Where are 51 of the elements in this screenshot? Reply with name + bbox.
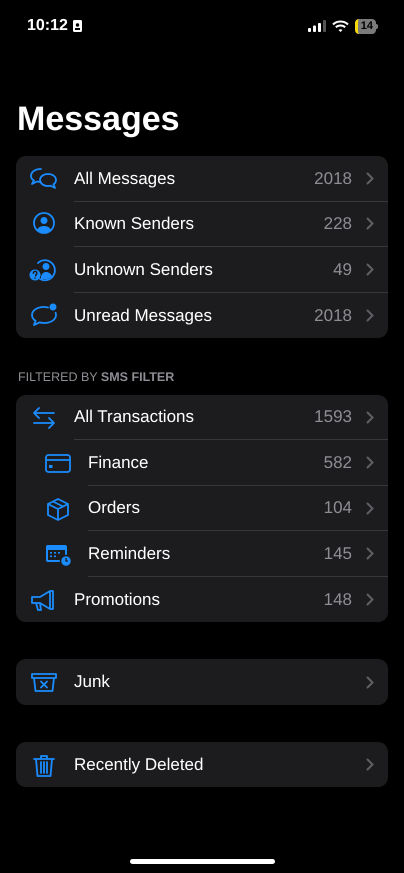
chevron-icon [366,172,374,185]
mailbox-row[interactable]: All Transactions 1593 [16,394,388,440]
clock-time: 10:12 [27,16,68,36]
wifi-icon [332,20,349,32]
chat-bubbles-icon [28,166,60,192]
row-count: 1593 [314,406,352,428]
row-label: All Transactions [74,406,195,428]
chevron-icon [366,456,374,469]
mailbox-row[interactable]: Recently Deleted [16,742,388,788]
id-card-icon [72,20,82,32]
row-label: Orders [88,497,141,520]
mailbox-row[interactable]: Unknown Senders 49 [16,247,388,292]
row-label: Unread Messages [74,304,213,326]
mailbox-row[interactable]: Junk [16,659,388,705]
battery-icon: 14 [354,18,378,34]
row-label: Finance [88,452,150,474]
mailbox-row[interactable]: All Messages 2018 [16,156,388,202]
chevron-icon [366,758,374,771]
chevron-icon [366,410,374,424]
row-count: 49 [333,258,352,280]
chevron-icon [366,547,374,560]
mailbox-row[interactable]: Reminders 145 [16,531,388,577]
row-label: All Messages [74,168,176,190]
mailbox-row[interactable]: Orders 104 [16,486,388,532]
chevron-icon [366,676,374,688]
mailbox-row[interactable]: Unread Messages 2018 [16,292,388,338]
mailbox-row[interactable]: Known Senders 228 [16,202,388,247]
row-label: Reminders [88,542,172,565]
chevron-icon [366,217,374,230]
row-count: 582 [324,452,352,474]
chevron-icon [366,502,374,514]
chevron-icon [366,308,374,322]
chevron-icon [366,593,374,606]
signal-icon [308,20,326,32]
section-header: FILTERED BY SMS FILTER [18,369,176,386]
row-count: 148 [324,588,352,611]
row-count: 145 [324,542,352,565]
chat-bubble-dot-icon [28,302,60,328]
mailbox-row[interactable]: Promotions 148 [16,576,388,622]
row-label: Promotions [74,588,161,611]
row-count: 104 [324,497,352,520]
mailbox-row[interactable]: Finance 582 [16,440,388,486]
row-count: 2018 [314,304,352,326]
page-title: Messages [17,99,181,140]
row-label: Junk [74,671,111,694]
row-label: Unknown Senders [74,258,214,280]
row-count: 228 [324,213,352,235]
row-count: 2018 [314,168,352,190]
chevron-icon [366,262,374,276]
row-label: Recently Deleted [74,754,204,776]
row-label: Known Senders [74,213,196,235]
